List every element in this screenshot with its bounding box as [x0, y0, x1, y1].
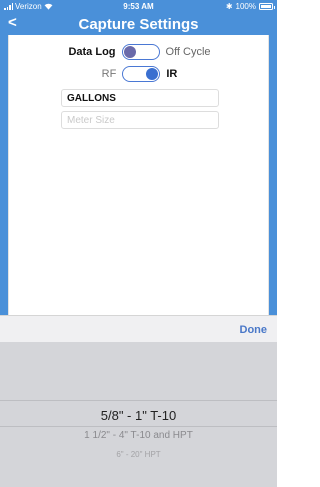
- battery-label: 100%: [235, 2, 256, 11]
- ir-label: IR: [166, 68, 178, 80]
- picker-option-selected[interactable]: 5/8" - 1" T-10: [0, 408, 277, 423]
- picker-selection-line-top: [0, 400, 277, 401]
- frame-left: [0, 35, 8, 315]
- meter-size-picker[interactable]: 5/8" - 1" T-10 1 1/2" - 4" T-10 and HPT …: [0, 342, 277, 487]
- data-log-label: Data Log: [68, 46, 116, 58]
- status-right: ✱ 100%: [225, 2, 275, 11]
- picker-option[interactable]: 6" - 20" HPT: [0, 450, 277, 459]
- comm-toggle-row: RF IR: [9, 66, 270, 82]
- picker-option[interactable]: 1 1/2" - 4" T-10 and HPT: [0, 430, 277, 441]
- rf-label: RF: [101, 68, 117, 80]
- battery-icon: [259, 3, 275, 10]
- mode-toggle-row: Data Log Off Cycle: [9, 44, 270, 60]
- bluetooth-icon: ✱: [225, 2, 233, 11]
- picker-toolbar: Done: [0, 315, 277, 342]
- status-bar: Verizon 9:53 AM ✱ 100%: [0, 0, 277, 13]
- page-title: Capture Settings: [78, 16, 199, 33]
- comm-toggle[interactable]: [122, 66, 161, 82]
- settings-panel: Data Log Off Cycle RF IR GALLONS: [8, 35, 269, 315]
- done-button[interactable]: Done: [240, 324, 268, 336]
- units-field[interactable]: GALLONS: [61, 89, 219, 107]
- comm-toggle-knob: [146, 68, 159, 80]
- frame-right: [269, 35, 277, 315]
- off-cycle-label: Off Cycle: [165, 46, 211, 58]
- mode-toggle[interactable]: [121, 44, 160, 60]
- navigation-bar: < Capture Settings: [0, 13, 277, 35]
- meter-size-input[interactable]: [61, 111, 219, 129]
- mode-toggle-knob: [123, 46, 136, 58]
- picker-selection-line-bottom: [0, 426, 277, 427]
